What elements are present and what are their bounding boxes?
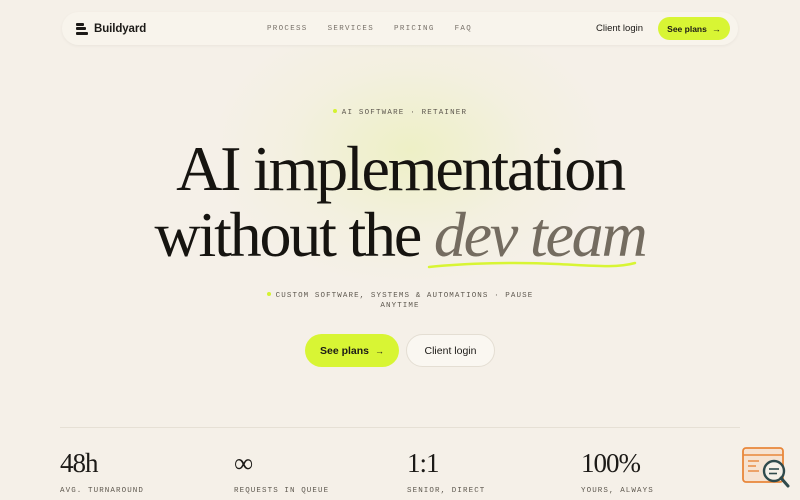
stat-label: AVG. TURNAROUND xyxy=(60,487,145,495)
top-navbar: Buildyard PROCESS SERVICES PRICING FAQ C… xyxy=(62,12,738,45)
hero-eyebrow-text: AI SOFTWARE · RETAINER xyxy=(341,109,468,117)
stat-label: SENIOR, DIRECT xyxy=(407,487,486,495)
brand-name: Buildyard xyxy=(94,22,147,35)
arrow-right-icon: → xyxy=(375,345,385,356)
squiggle-underline-icon xyxy=(427,261,637,269)
stat-value: 1:1 xyxy=(407,448,440,478)
nav-link-services[interactable]: SERVICES xyxy=(328,25,374,33)
brand-logo[interactable]: Buildyard xyxy=(76,12,146,45)
nav-see-plans-button[interactable]: See plans → xyxy=(658,17,730,40)
search-document-icon[interactable] xyxy=(741,445,791,491)
nav-link-pricing[interactable]: PRICING xyxy=(394,25,435,33)
stat-value: 100% xyxy=(581,448,641,478)
hero-see-plans-label: See plans xyxy=(319,344,370,357)
stat-ownership: 100% YOURS, ALWAYS xyxy=(581,448,654,496)
stat-requests: ∞ REQUESTS IN QUEUE xyxy=(234,448,330,496)
nav-link-faq[interactable]: FAQ xyxy=(455,25,472,33)
stat-label: REQUESTS IN QUEUE xyxy=(234,487,330,495)
hero-heading-line2: without the dev team xyxy=(0,203,800,267)
nav-links: PROCESS SERVICES PRICING FAQ xyxy=(267,12,472,45)
nav-link-process[interactable]: PROCESS xyxy=(267,25,308,33)
hero-see-plans-button[interactable]: See plans → xyxy=(305,334,399,367)
section-divider xyxy=(60,427,740,428)
stat-turnaround: 48h AVG. TURNAROUND xyxy=(60,448,145,496)
nav-see-plans-label: See plans xyxy=(667,23,707,34)
hero-client-login-button[interactable]: Client login xyxy=(406,334,495,367)
accent-dot-icon xyxy=(266,292,271,297)
nav-client-login-link[interactable]: Client login xyxy=(596,12,643,45)
stack-logo-icon xyxy=(76,22,88,35)
hero-eyebrow: AI SOFTWARE · RETAINER xyxy=(0,109,800,117)
stat-value: ∞ xyxy=(234,448,253,478)
stat-label: YOURS, ALWAYS xyxy=(581,487,654,495)
arrow-right-icon: → xyxy=(711,23,721,34)
accent-dot-icon xyxy=(332,109,337,114)
hero-heading-prefix: without the xyxy=(154,199,434,270)
hero-subtitle-text: CUSTOM SOFTWARE, SYSTEMS & AUTOMATIONS ·… xyxy=(275,292,534,310)
hero-heading-line1: AI implementation xyxy=(176,133,626,204)
hero-subtitle: CUSTOM SOFTWARE, SYSTEMS & AUTOMATIONS ·… xyxy=(250,291,550,311)
stat-value: 48h xyxy=(60,448,99,478)
stat-senior: 1:1 SENIOR, DIRECT xyxy=(407,448,486,496)
